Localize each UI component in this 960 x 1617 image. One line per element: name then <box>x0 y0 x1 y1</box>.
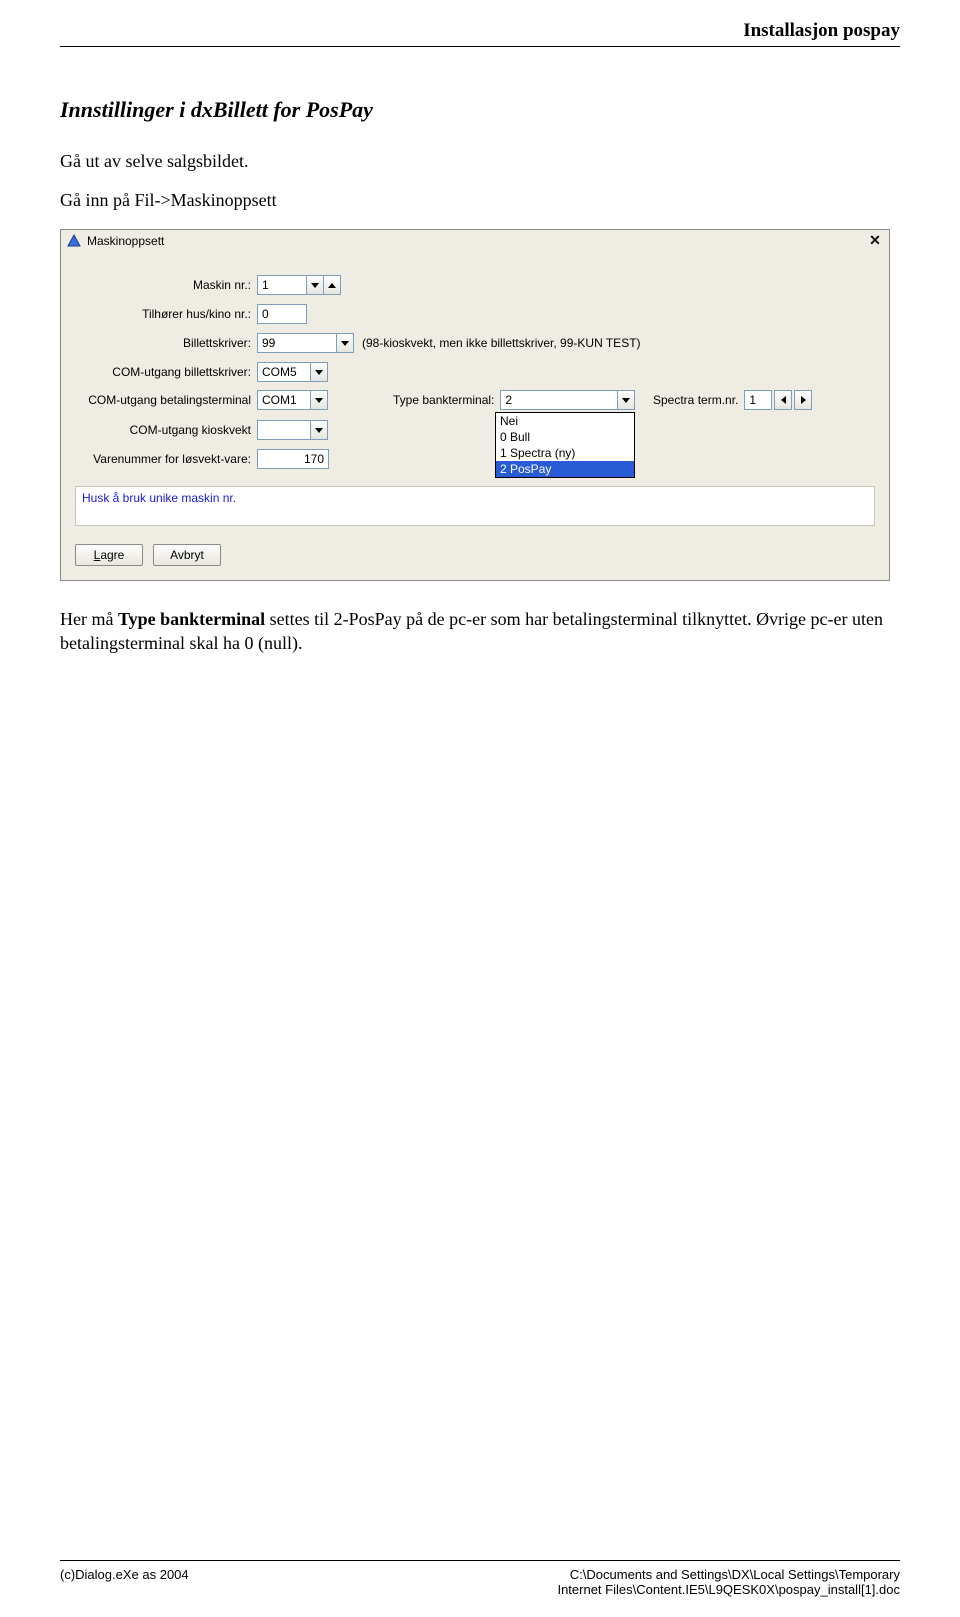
label-tilhorer: Tilhører hus/kino nr.: <box>75 307 257 321</box>
page-header-title: Installasjon pospay <box>60 20 900 42</box>
section-title: Innstillinger i dxBillett for PosPay <box>60 97 900 123</box>
com-billett-dropdown-icon[interactable] <box>310 362 328 382</box>
label-spectra: Spectra term.nr. <box>653 393 738 407</box>
spectra-input[interactable] <box>744 390 772 410</box>
com-kiosk-input[interactable] <box>257 420 311 440</box>
label-type-bank: Type bankterminal: <box>393 393 494 407</box>
com-billett-input[interactable] <box>257 362 311 382</box>
maskin-nr-input[interactable] <box>257 275 307 295</box>
dropdown-option[interactable]: 1 Spectra (ny) <box>496 445 634 461</box>
varenummer-input[interactable] <box>257 449 329 469</box>
maskinoppsett-window: Maskinoppsett ✕ Maskin nr.: Tilhører hus… <box>60 229 890 581</box>
page-footer: (c)Dialog.eXe as 2004 C:\Documents and S… <box>60 1560 900 1597</box>
save-button[interactable]: Lagre <box>75 544 143 566</box>
billettskriver-note: (98-kioskvekt, men ikke billettskriver, … <box>362 336 641 350</box>
label-com-kiosk: COM-utgang kioskvekt <box>75 423 257 437</box>
type-bank-input[interactable] <box>500 390 618 410</box>
com-kiosk-dropdown-icon[interactable] <box>310 420 328 440</box>
hint-bar: Husk å bruk unike maskin nr. <box>75 486 875 526</box>
com-betaling-input[interactable] <box>257 390 311 410</box>
label-varenummer: Varenummer for løsvekt-vare: <box>75 452 257 466</box>
footer-right: C:\Documents and Settings\DX\Local Setti… <box>557 1567 900 1597</box>
explanation-text: Her må Type bankterminal settes til 2-Po… <box>60 607 900 656</box>
window-title-text: Maskinoppsett <box>87 234 164 248</box>
cancel-button[interactable]: Avbryt <box>153 544 221 566</box>
billettskriver-input[interactable] <box>257 333 337 353</box>
label-billettskriver: Billettskriver: <box>75 336 257 350</box>
com-betaling-dropdown-icon[interactable] <box>310 390 328 410</box>
dropdown-option-selected[interactable]: 2 PosPay <box>496 461 634 477</box>
dropdown-option[interactable]: 0 Bull <box>496 429 634 445</box>
spin-up-icon[interactable] <box>323 275 341 295</box>
window-app-icon <box>67 234 81 248</box>
spectra-right-icon[interactable] <box>794 390 812 410</box>
type-bank-dropdown-icon[interactable] <box>617 390 635 410</box>
window-titlebar: Maskinoppsett ✕ <box>61 230 889 254</box>
billettskriver-dropdown-icon[interactable] <box>336 333 354 353</box>
spin-down-icon[interactable] <box>306 275 324 295</box>
paragraph-2: Gå inn på Fil->Maskinoppsett <box>60 190 900 211</box>
footer-divider <box>60 1560 900 1561</box>
paragraph-1: Gå ut av selve salgsbildet. <box>60 151 900 172</box>
close-icon[interactable]: ✕ <box>867 233 883 249</box>
label-com-betaling: COM-utgang betalingsterminal <box>75 393 257 407</box>
dropdown-option[interactable]: Nei <box>496 413 634 429</box>
footer-left: (c)Dialog.eXe as 2004 <box>60 1567 189 1597</box>
header-divider <box>60 46 900 47</box>
label-com-billett: COM-utgang billettskriver: <box>75 365 257 379</box>
label-maskin-nr: Maskin nr.: <box>75 278 257 292</box>
type-bank-dropdown-list[interactable]: Nei 0 Bull 1 Spectra (ny) 2 PosPay <box>495 412 635 478</box>
tilhorer-input[interactable] <box>257 304 307 324</box>
spectra-left-icon[interactable] <box>774 390 792 410</box>
